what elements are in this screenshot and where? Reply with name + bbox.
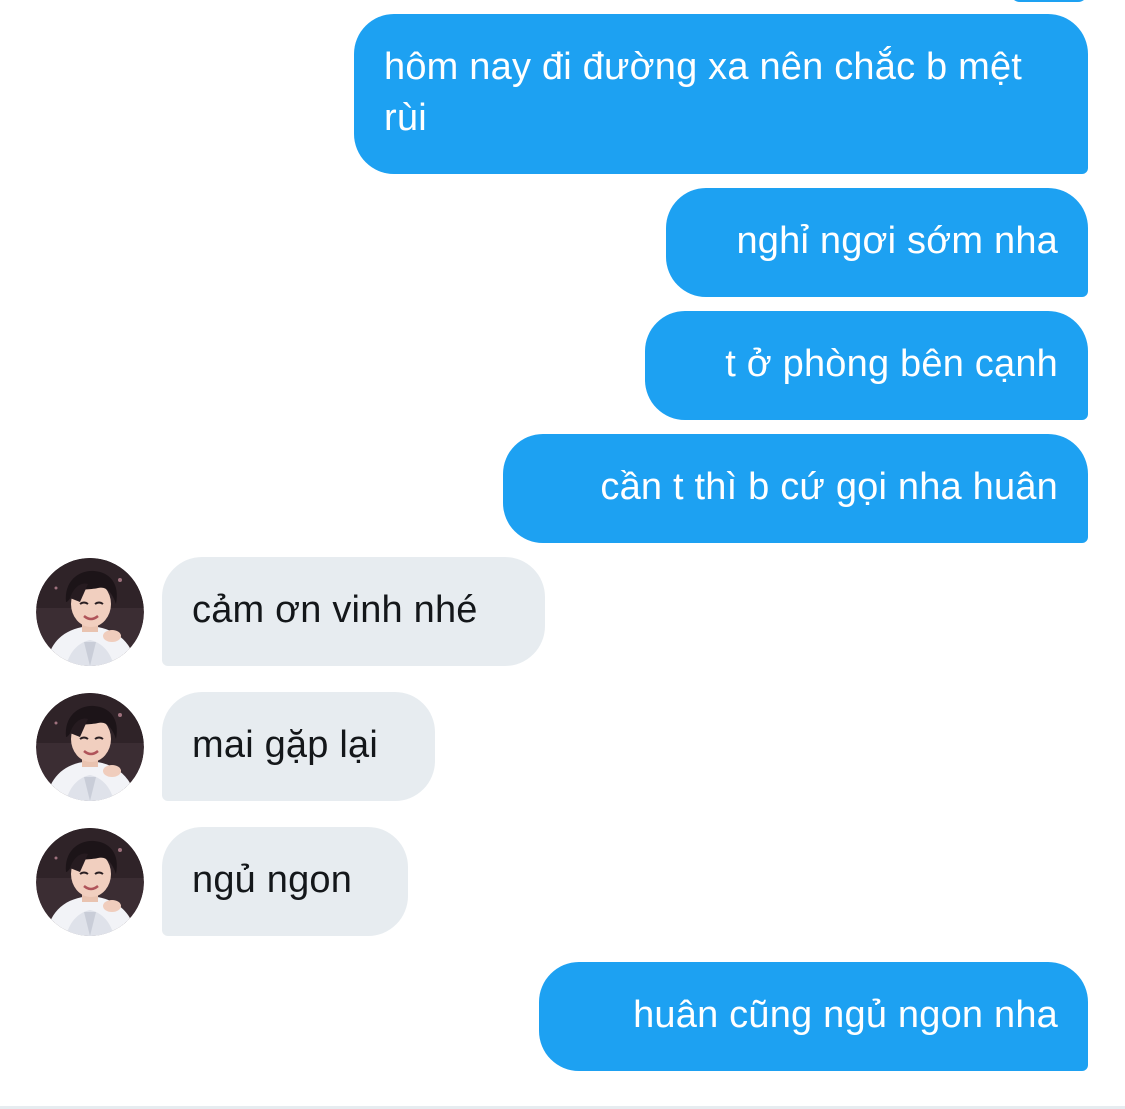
message-text: mai gặp lại (192, 724, 378, 766)
avatar[interactable] (36, 828, 144, 936)
message-text: cần t thì b cứ gọi nha huân (600, 466, 1058, 508)
sent-message-bubble[interactable]: huân cũng ngủ ngon nha (539, 962, 1088, 1071)
message-text: cảm ơn vinh nhé (192, 589, 478, 631)
message-text: t ở phòng bên cạnh (725, 343, 1058, 385)
sent-message-bubble[interactable]: nghỉ ngơi sớm nha (666, 188, 1088, 297)
person-photo-avatar-icon (36, 828, 144, 936)
sent-message-bubble[interactable]: hôm nay đi đường xa nên chắc b mệt rùi (354, 14, 1088, 174)
received-message-bubble[interactable]: cảm ơn vinh nhé (162, 557, 545, 666)
sent-message-bubble[interactable]: cần t thì b cứ gọi nha huân (503, 434, 1088, 543)
received-message-bubble[interactable]: ngủ ngon (162, 827, 408, 936)
previous-message-bubble-edge (1010, 0, 1088, 2)
message-text: huân cũng ngủ ngon nha (633, 994, 1058, 1036)
avatar[interactable] (36, 693, 144, 801)
received-message-bubble[interactable]: mai gặp lại (162, 692, 435, 801)
sent-message-bubble[interactable]: t ở phòng bên cạnh (645, 311, 1088, 420)
avatar[interactable] (36, 558, 144, 666)
message-text: nghỉ ngơi sớm nha (736, 220, 1058, 262)
person-photo-avatar-icon (36, 693, 144, 801)
person-photo-avatar-icon (36, 558, 144, 666)
message-text: hôm nay đi đường xa nên chắc b mệt rùi (384, 46, 1023, 139)
message-text: ngủ ngon (192, 859, 353, 901)
